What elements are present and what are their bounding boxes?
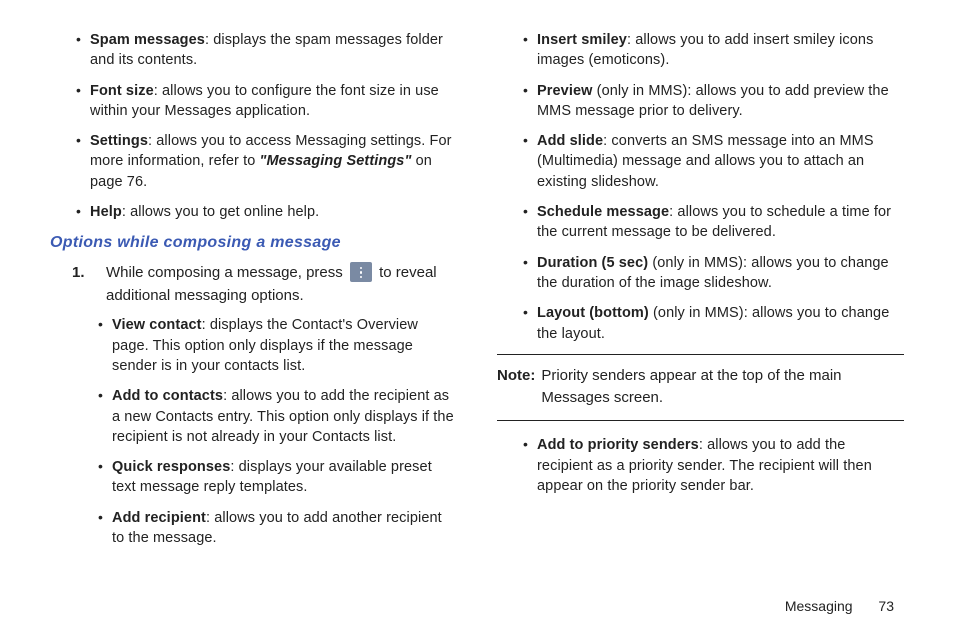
section-heading: Options while composing a message [50, 234, 457, 252]
list-item: Font size: allows you to configure the f… [72, 81, 457, 122]
note-block: Note: Priority senders appear at the top… [497, 354, 904, 422]
footer-section: Messaging [785, 598, 853, 614]
list-item: Add to priority senders: allows you to a… [519, 435, 904, 496]
list-item: Layout (bottom) (only in MMS): allows yo… [519, 303, 904, 344]
options-list-top: Spam messages: displays the spam message… [72, 30, 457, 222]
menu-icon [350, 262, 372, 282]
cross-reference: "Messaging Settings" [260, 153, 412, 169]
page-footer: Messaging 73 [785, 598, 894, 614]
list-item: Help: allows you to get online help. [72, 202, 457, 222]
after-note-list: Add to priority senders: allows you to a… [519, 435, 904, 496]
list-item: Preview (only in MMS): allows you to add… [519, 81, 904, 122]
note-text: Priority senders appear at the top of th… [541, 365, 904, 409]
compose-options-list-continued: Insert smiley: allows you to add insert … [519, 30, 904, 344]
left-column: Spam messages: displays the spam message… [50, 30, 457, 558]
list-item: Insert smiley: allows you to add insert … [519, 30, 904, 71]
right-column: Insert smiley: allows you to add insert … [497, 30, 904, 558]
step-number: 1. [72, 262, 92, 285]
document-page: Spam messages: displays the spam message… [0, 0, 954, 588]
step-1: 1. While composing a message, press to r… [72, 262, 457, 307]
list-item: Add slide: converts an SMS message into … [519, 131, 904, 192]
footer-page-number: 73 [878, 598, 894, 614]
list-item: Duration (5 sec) (only in MMS): allows y… [519, 253, 904, 294]
list-item: Quick responses: displays your available… [94, 457, 457, 498]
list-item: Add to contacts: allows you to add the r… [94, 386, 457, 447]
list-item: Spam messages: displays the spam message… [72, 30, 457, 71]
list-item: Add recipient: allows you to add another… [94, 508, 457, 549]
note-label: Note: [497, 365, 535, 409]
list-item: View contact: displays the Contact's Ove… [94, 315, 457, 376]
list-item: Schedule message: allows you to schedule… [519, 202, 904, 243]
step-text: While composing a message, press to reve… [106, 262, 457, 307]
list-item: Settings: allows you to access Messaging… [72, 131, 457, 192]
compose-options-list: View contact: displays the Contact's Ove… [94, 315, 457, 548]
